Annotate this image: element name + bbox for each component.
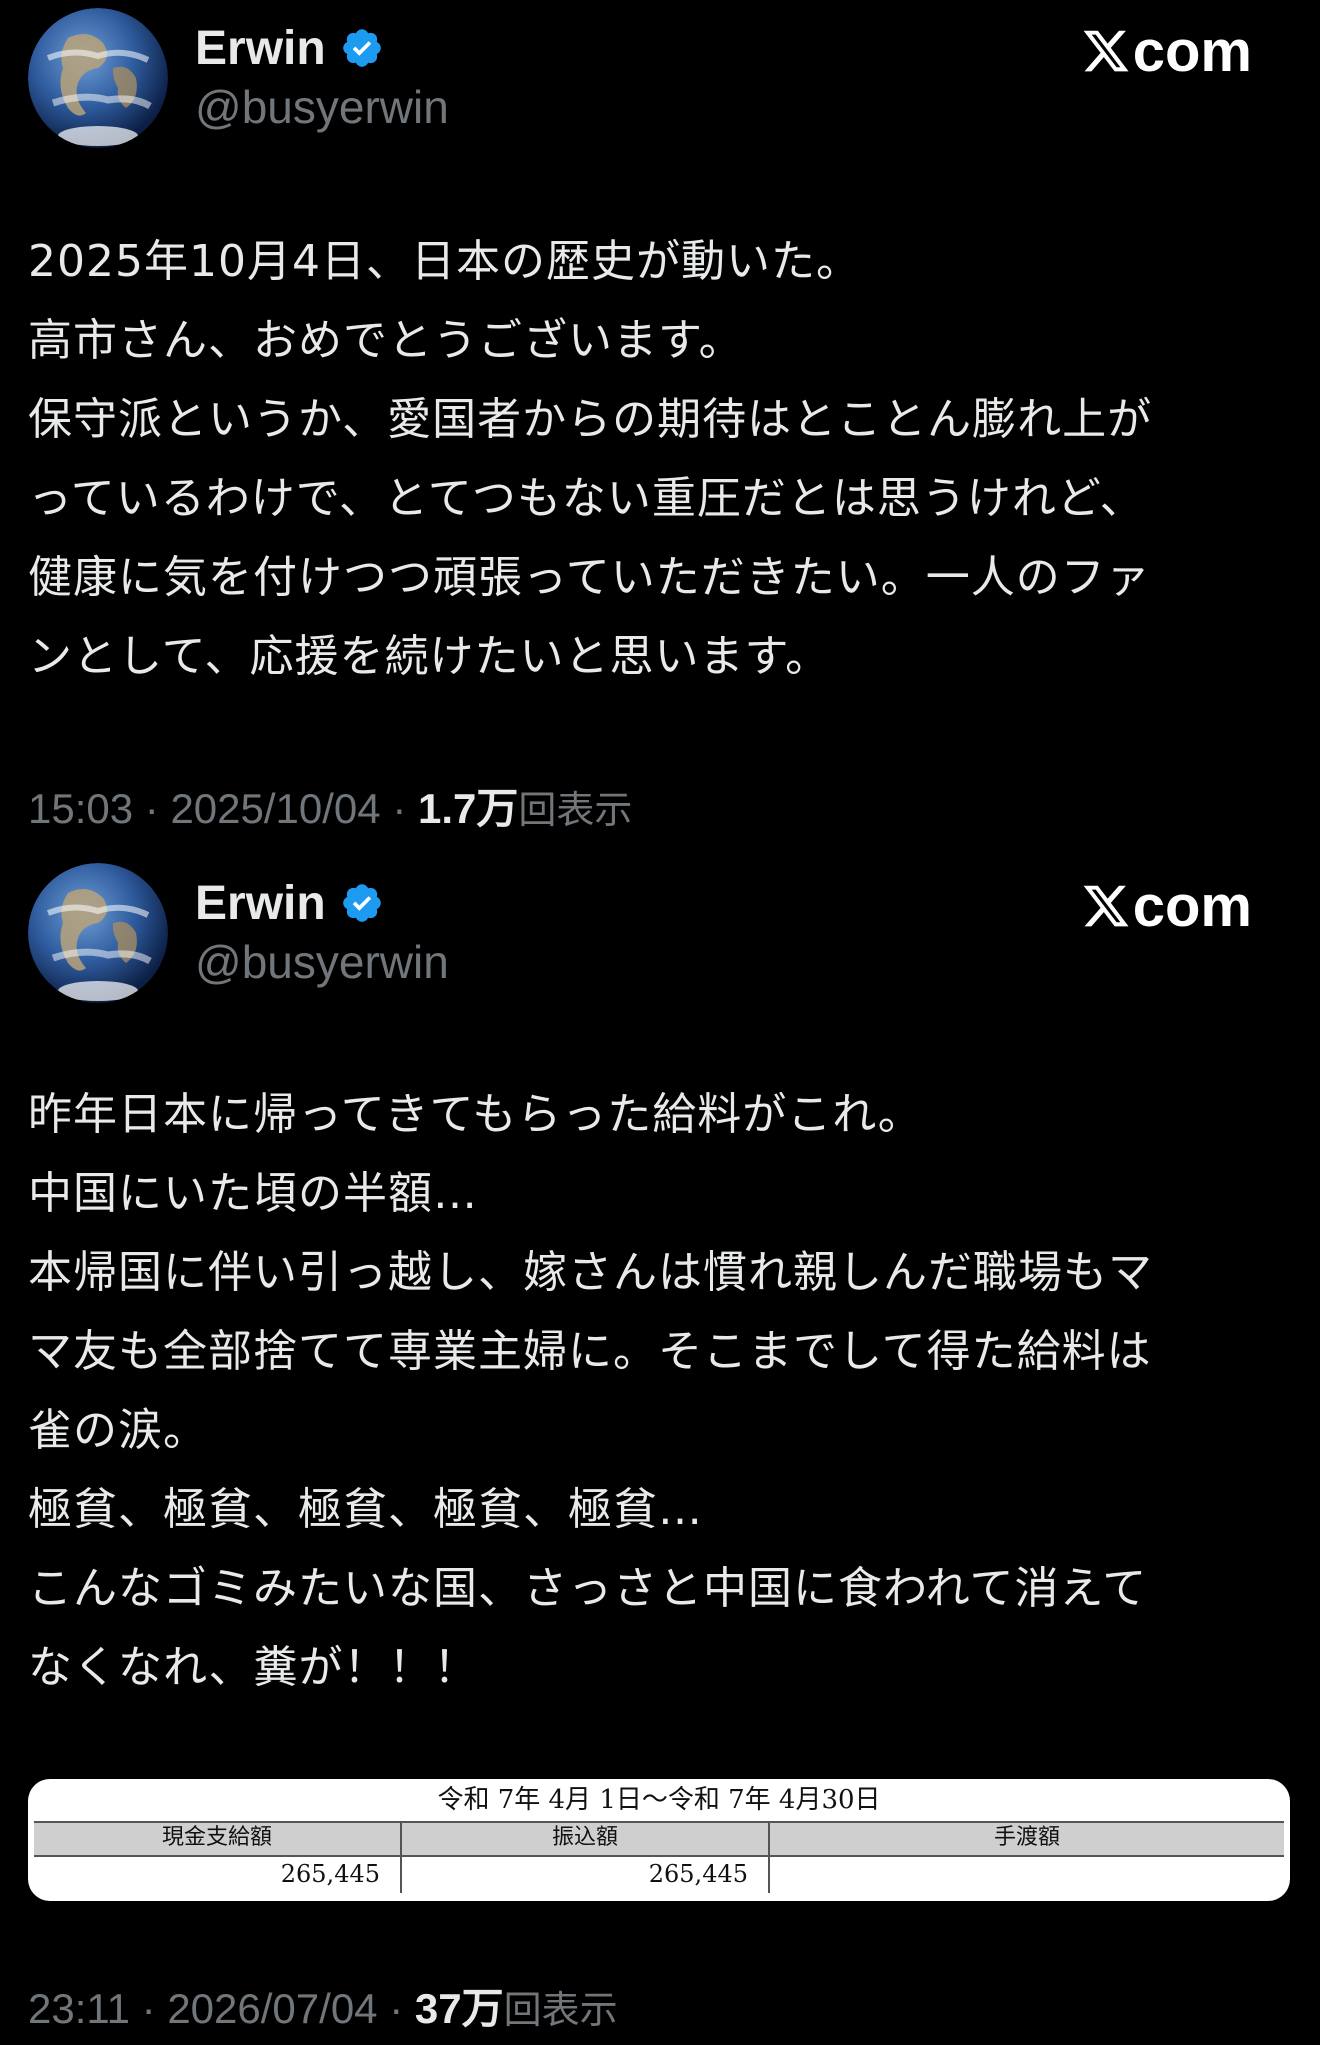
x-logo-icon (1083, 885, 1129, 927)
payslip-period: 令和 7年 4月 1日〜令和 7年 4月30日 (437, 1785, 881, 1815)
payslip-value-row: 265,445 265,445 (34, 1855, 1284, 1893)
author-display-name[interactable]: Erwin (195, 21, 326, 76)
payslip-header-row: 現金支給額 振込額 手渡額 (34, 1821, 1284, 1857)
tweet-time[interactable]: 15:03 (28, 785, 133, 832)
tweet-text: 2025年10月4日、日本の歴史が動いた。 高市さん、おめでとうございます。 保… (28, 236, 1153, 682)
author-name-row: Erwin (195, 873, 384, 933)
views-label: 回表示 (518, 788, 633, 832)
tweet-meta: 15:03 · 2025/10/04 · 1.7万回表示 (28, 775, 632, 836)
x-com-watermark: com (1081, 871, 1252, 941)
site-domain: com (1132, 873, 1252, 939)
tweet-card: Erwin @busyerwin com 2025年10月4日、日本の歴史が動い… (0, 0, 1320, 850)
meta-separator: · (144, 785, 171, 832)
payslip-header-transfer: 振込額 (402, 1823, 770, 1855)
verified-badge-icon (342, 884, 381, 922)
meta-separator: · (141, 1985, 168, 2032)
views-label: 回表示 (503, 1988, 618, 2032)
tweet-date[interactable]: 2025/10/04 (170, 785, 380, 832)
author-handle[interactable]: @busyerwin (195, 80, 449, 134)
payslip-header-cash: 現金支給額 (34, 1823, 402, 1855)
views-count[interactable]: 1.7万 (418, 785, 518, 832)
site-domain: com (1132, 18, 1252, 84)
views-count[interactable]: 37万 (415, 1985, 504, 2032)
earth-avatar-icon (28, 8, 168, 148)
tweet-date[interactable]: 2026/07/04 (167, 1985, 377, 2032)
avatar[interactable] (28, 863, 168, 1003)
attached-payslip-image[interactable]: 令和 7年 4月 1日〜令和 7年 4月30日 現金支給額 振込額 手渡額 26… (28, 1779, 1290, 1901)
tweet-card: Erwin @busyerwin com 昨年日本に帰ってきてもらった給料がこれ… (0, 855, 1320, 2045)
meta-separator: · (389, 1985, 415, 2032)
payslip-value-cash: 265,445 (34, 1855, 402, 1893)
payslip-header-handed: 手渡額 (993, 1825, 1060, 1850)
tweet-meta: 23:11 · 2026/07/04 · 37万回表示 (28, 1975, 618, 2036)
author-handle[interactable]: @busyerwin (195, 935, 449, 989)
meta-separator: · (392, 785, 418, 832)
avatar[interactable] (28, 8, 168, 148)
verified-badge-icon (342, 29, 381, 67)
tweet-time[interactable]: 23:11 (28, 1985, 130, 2032)
author-display-name[interactable]: Erwin (195, 876, 326, 931)
payslip-value-handed (770, 1855, 1284, 1893)
earth-avatar-icon (28, 863, 168, 1003)
x-logo-icon (1083, 30, 1129, 72)
tweet-text: 昨年日本に帰ってきてもらった給料がこれ。 中国にいた頃の半額… 本帰国に伴い引っ… (28, 1089, 1153, 1693)
x-com-watermark: com (1081, 16, 1252, 86)
payslip-value-transfer: 265,445 (402, 1855, 770, 1893)
author-name-row: Erwin (195, 18, 384, 78)
